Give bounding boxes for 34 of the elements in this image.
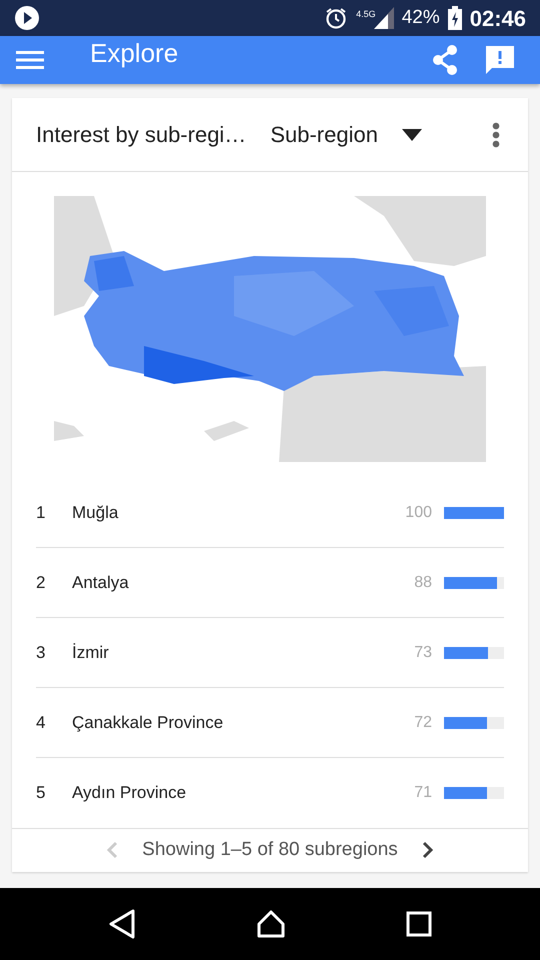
card-title: Interest by sub-regi… [36,121,246,149]
rank-number: 5 [36,782,46,804]
feedback-button[interactable] [484,44,516,76]
interest-value: 73 [414,642,432,662]
interest-value: 72 [414,712,432,732]
pagination-text: Showing 1–5 of 80 subregions [142,838,398,862]
clock: 02:46 [470,4,526,32]
caret-icon [402,128,422,140]
region-name: Muğla [72,502,118,524]
signal-icon [374,7,394,29]
region-name: Çanakkale Province [72,712,224,734]
interest-value: 88 [414,572,432,592]
app-title: Explore [90,36,178,70]
region-dropdown[interactable]: Sub-region [270,118,422,151]
share-button[interactable] [430,44,460,76]
rank-number: 2 [36,572,46,594]
play-icon [14,5,40,31]
back-button[interactable] [108,909,136,939]
recents-button[interactable] [406,911,432,937]
interest-value: 100 [405,502,432,522]
battery-icon [448,6,462,30]
network-label: 4.5G [356,8,376,20]
rank-number: 3 [36,642,46,664]
alarm-icon [324,6,348,30]
region-name: İzmir [72,642,109,664]
battery-percent: 42% [402,6,440,30]
region-name: Antalya [72,572,129,594]
region-name: Aydın Province [72,782,186,804]
rank-number: 1 [36,502,46,524]
interest-value: 71 [414,783,432,803]
more-button[interactable] [492,122,500,148]
home-button[interactable] [256,910,286,938]
rank-number: 4 [36,712,46,734]
menu-button[interactable] [16,48,44,72]
